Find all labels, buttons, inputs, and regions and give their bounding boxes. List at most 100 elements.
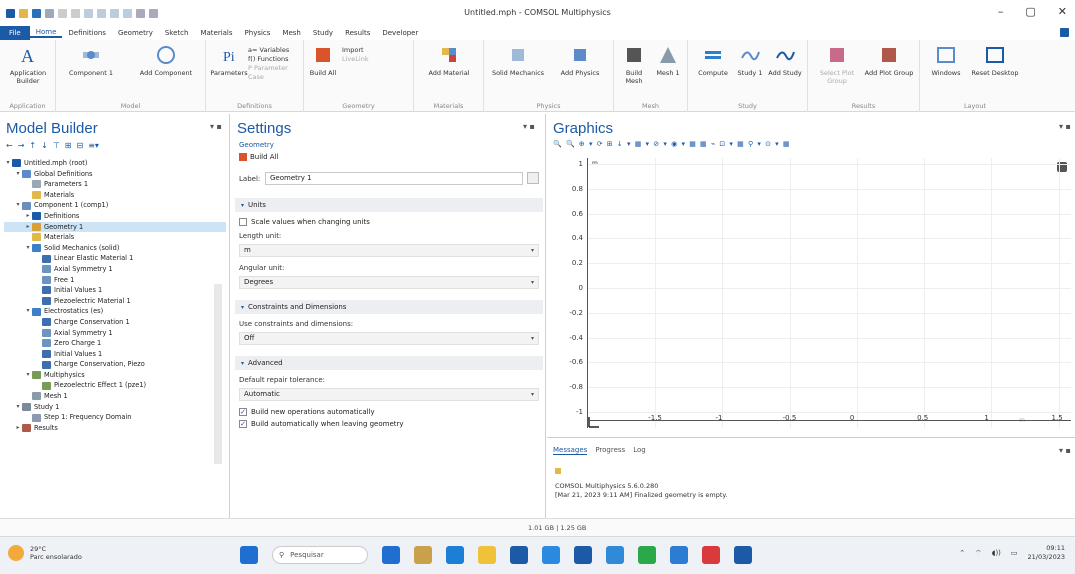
tree-node[interactable]: Axial Symmetry 1	[4, 264, 226, 275]
compute-button[interactable]: Compute	[694, 44, 732, 77]
reset-desktop-button[interactable]: Reset Desktop	[970, 44, 1020, 77]
tree-node[interactable]: Zero Charge 1	[4, 338, 226, 349]
tab-file[interactable]: File	[0, 26, 30, 40]
tree-node[interactable]: ▸ Geometry 1	[4, 221, 226, 233]
build-new-ops-checkbox[interactable]: ✓ Build new operations automatically	[239, 408, 375, 416]
parameter-case-button[interactable]: P Parameter Case	[248, 64, 303, 82]
tree-expander-icon[interactable]: ▸	[24, 211, 32, 222]
tree-node[interactable]: Mesh 1	[4, 391, 226, 402]
tree-node[interactable]: Step 1: Frequency Domain	[4, 412, 226, 423]
help-icon[interactable]	[1060, 28, 1069, 37]
tree-node[interactable]: Axial Symmetry 1	[4, 328, 226, 339]
tree-node[interactable]: Parameters 1	[4, 179, 226, 190]
collapse-icon[interactable]: ⊟	[76, 141, 83, 150]
tree-node[interactable]: Linear Elastic Material 1	[4, 253, 226, 264]
build-all-ribbon-button[interactable]: Build All	[308, 44, 338, 77]
minimize-button[interactable]: –	[998, 5, 1004, 18]
tab-physics[interactable]: Physics	[239, 29, 277, 37]
taskbar-search[interactable]: ⚲ Pesquisar	[272, 546, 368, 564]
tab-log[interactable]: Log	[633, 446, 646, 455]
scale-values-checkbox[interactable]: Scale values when changing units	[239, 218, 370, 226]
chrome-icon[interactable]	[702, 546, 720, 564]
up-icon[interactable]: ↑	[29, 141, 36, 150]
solid-mechanics-button[interactable]: Solid Mechanics	[490, 44, 546, 77]
tree-expander-icon[interactable]: ▸	[14, 423, 22, 434]
tree-expander-icon[interactable]: ▾	[14, 402, 22, 413]
tab-materials[interactable]: Materials	[194, 29, 238, 37]
angular-unit-select[interactable]: Degrees ▾	[239, 276, 539, 289]
variables-button[interactable]: a= Variables	[248, 46, 303, 55]
tree-node[interactable]: ▾ Global Definitions	[4, 169, 226, 180]
comsol-icon[interactable]	[734, 546, 752, 564]
mesh-1-button[interactable]: Mesh 1	[652, 44, 684, 77]
tree-node[interactable]: ▾ Multiphysics	[4, 370, 226, 381]
teams-icon[interactable]	[446, 546, 464, 564]
advanced-section-header[interactable]: ▾ Advanced	[235, 356, 543, 370]
tree-node[interactable]: Initial Values 1	[4, 349, 226, 360]
clock[interactable]: 09:11 21/03/2023	[1028, 544, 1065, 562]
livelink-button[interactable]: LiveLink	[342, 55, 369, 64]
add-plot-group-button[interactable]: Add Plot Group	[864, 44, 914, 77]
tree-expander-icon[interactable]: ▾	[14, 169, 22, 180]
graphics-toolbar[interactable]: 🔍 🔍 ⊕ ▾ ⟳ ⊞ ↓ ▾ ▦ ▾ ⊘ ▾ ◉ ▾ ▦ ▦ ⌁ ⊡ ▾ ▦ …	[553, 140, 791, 148]
network-icon[interactable]: ⌔	[975, 549, 982, 558]
tree-node[interactable]: ▾ Electrostatics (es)	[4, 306, 226, 317]
tree-node[interactable]: Initial Values 1	[4, 285, 226, 296]
add-study-button[interactable]: Add Study	[768, 44, 802, 77]
tree-menu-icon[interactable]: ≡▾	[88, 141, 99, 150]
maximize-button[interactable]: ▢	[1025, 5, 1035, 18]
tree-expander-icon[interactable]: ▾	[24, 370, 32, 381]
tab-messages[interactable]: Messages	[553, 446, 588, 455]
length-unit-select[interactable]: m ▾	[239, 244, 539, 257]
graphics-canvas[interactable]: m m	[587, 158, 1071, 428]
tree-node[interactable]: ▸ Definitions	[4, 211, 226, 222]
units-section-header[interactable]: ▾ Units	[235, 198, 543, 212]
tree-node[interactable]: ▾ Study 1	[4, 402, 226, 413]
tab-sketch[interactable]: Sketch	[159, 29, 195, 37]
outlook-icon[interactable]	[670, 546, 688, 564]
tree-node[interactable]: Piezoelectric Effect 1 (pze1)	[4, 380, 226, 391]
tree-expander-icon[interactable]: ▾	[24, 306, 32, 317]
tab-home[interactable]: Home	[29, 28, 63, 38]
repair-tolerance-select[interactable]: Automatic ▾	[239, 388, 539, 401]
tree-expander-icon[interactable]: ▾	[14, 200, 22, 211]
volume-icon[interactable]: ◖))	[992, 549, 1001, 557]
word-icon[interactable]	[574, 546, 592, 564]
build-mesh-button[interactable]: Build Mesh	[618, 44, 650, 85]
study-1-button[interactable]: Study 1	[734, 44, 766, 77]
label-reset-icon[interactable]	[527, 172, 539, 184]
widgets-icon[interactable]	[382, 546, 400, 564]
constraints-section-header[interactable]: ▾ Constraints and Dimensions	[235, 300, 543, 314]
messages-pin-icon[interactable]: ▾ ▪	[1059, 446, 1071, 455]
pin-icon[interactable]: ▾ ▪	[210, 122, 222, 131]
tree-expander-icon[interactable]: ▸	[24, 222, 32, 233]
tree-node[interactable]: Piezoelectric Material 1	[4, 296, 226, 307]
tab-geometry[interactable]: Geometry	[112, 29, 159, 37]
tab-mesh[interactable]: Mesh	[276, 29, 306, 37]
add-material-button[interactable]: Add Material	[424, 44, 474, 77]
tree-node[interactable]: ▾ Solid Mechanics (solid)	[4, 243, 226, 254]
close-button[interactable]: ✕	[1058, 5, 1067, 18]
import-button[interactable]: Import	[342, 46, 369, 55]
clear-messages-icon[interactable]	[555, 468, 561, 474]
filter-icon[interactable]: ⊤	[53, 141, 60, 150]
tree-node[interactable]: Charge Conservation 1	[4, 317, 226, 328]
expand-icon[interactable]: ⊞	[65, 141, 72, 150]
down-icon[interactable]: ↓	[41, 141, 48, 150]
weather-widget[interactable]: 29°C Parc ensolarado	[8, 545, 82, 561]
tree-node[interactable]: ▸ Results	[4, 423, 226, 434]
back-icon[interactable]: ←	[6, 141, 13, 150]
folder-icon[interactable]	[478, 546, 496, 564]
battery-icon[interactable]: ▭	[1011, 549, 1018, 557]
build-all-button[interactable]: Build All	[239, 153, 278, 161]
tab-definitions[interactable]: Definitions	[62, 29, 112, 37]
use-constraints-select[interactable]: Off ▾	[239, 332, 539, 345]
tree-node[interactable]: ▾ Component 1 (comp1)	[4, 200, 226, 211]
tree-node[interactable]: Free 1	[4, 275, 226, 286]
tree-scrollbar[interactable]	[214, 284, 222, 464]
chrome-icon[interactable]	[606, 546, 624, 564]
graphics-pin-icon[interactable]: ▾ ▪	[1059, 122, 1071, 131]
functions-button[interactable]: f() Functions	[248, 55, 303, 64]
store-icon[interactable]	[510, 546, 528, 564]
tab-developer[interactable]: Developer	[376, 29, 424, 37]
